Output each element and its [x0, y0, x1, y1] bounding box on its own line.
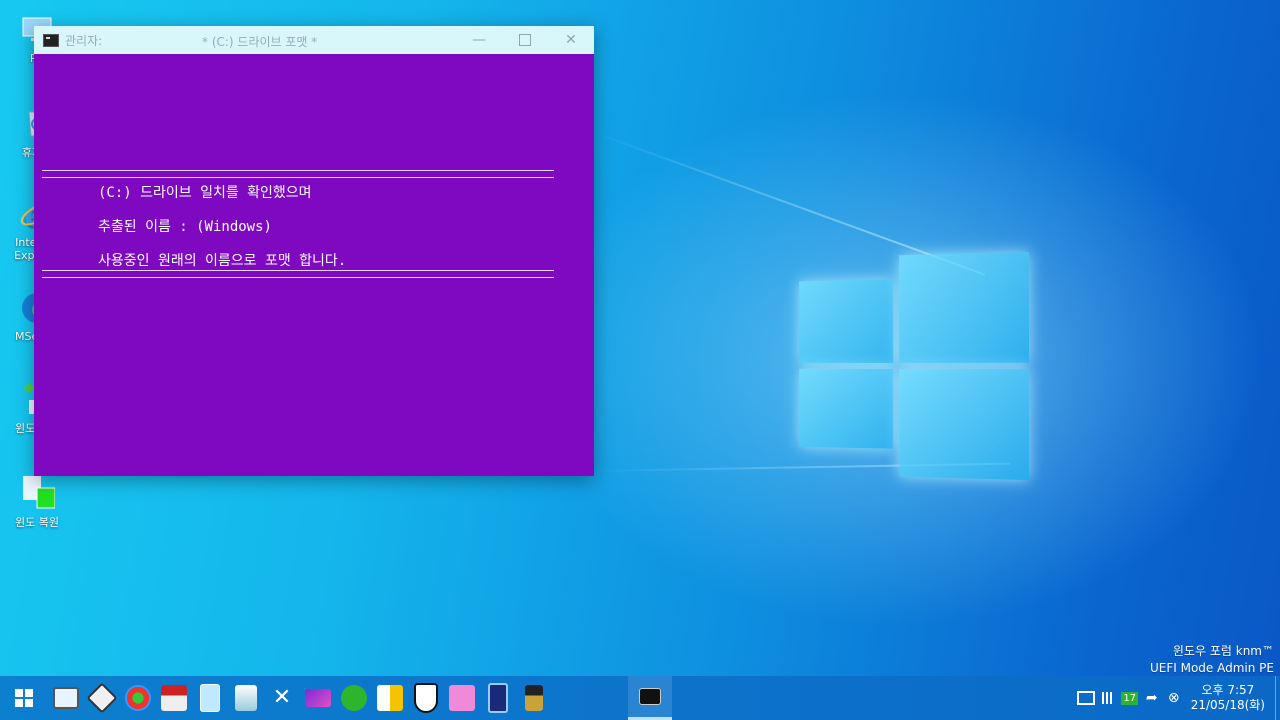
clock-time: 오후 7:57 — [1191, 683, 1265, 698]
clock[interactable]: 오후 7:57 21/05/18(화) — [1191, 683, 1265, 713]
windows-logo-wallpaper — [799, 252, 1029, 480]
store-icon — [449, 685, 475, 711]
sync-icon — [341, 685, 367, 711]
separator-line — [42, 170, 554, 178]
network-icon — [235, 685, 257, 711]
taskbar-archive[interactable] — [516, 676, 552, 720]
console-window[interactable]: 관리자: * (C:) 드라이브 포맷 * — ✕ (C:) 드라이브 일치를 … — [34, 26, 594, 476]
partition-icon — [125, 685, 151, 711]
disk-tool-icon — [86, 682, 117, 713]
watermark-line: 윈도우 포럼 knm™ — [1150, 643, 1274, 660]
maximize-icon — [519, 34, 531, 46]
security-icon — [414, 683, 438, 713]
console-line: (C:) 드라이브 일치를 확인했으며 — [98, 182, 312, 202]
separator-line — [42, 270, 554, 278]
console-line: 사용중인 원래의 이름으로 포맷 합니다. — [98, 250, 346, 270]
desktop-watermark: 윈도우 포럼 knm™ UEFI Mode Admin PE — [1150, 643, 1274, 677]
tray-grid[interactable] — [1097, 676, 1119, 720]
console-titlebar[interactable]: 관리자: * (C:) 드라이브 포맷 * — ✕ — [34, 26, 594, 54]
archive-icon — [525, 685, 543, 711]
taskbar-partition[interactable] — [120, 676, 156, 720]
taskbar: ✕ 17 ➦ ⊗ 오후 7:57 21/05/18(화) — [0, 676, 1280, 720]
explorer-icon — [377, 685, 403, 711]
folder-icon — [200, 684, 220, 712]
taskbar-folder[interactable] — [192, 676, 228, 720]
maximize-button[interactable] — [502, 26, 548, 54]
taskbar-explorer[interactable] — [372, 676, 408, 720]
watermark-line: UEFI Mode Admin PE — [1150, 660, 1274, 677]
tray-close[interactable]: ⊗ — [1163, 676, 1185, 720]
taskbar-store[interactable] — [444, 676, 480, 720]
taskbar-sync[interactable] — [336, 676, 372, 720]
clock-date: 21/05/18(화) — [1191, 698, 1265, 713]
phone-icon — [488, 683, 508, 713]
desktop-icon-label: 윈도 복원 — [15, 516, 59, 529]
circle-x-icon: ⊗ — [1168, 690, 1180, 706]
taskbar-network[interactable] — [228, 676, 264, 720]
tray-calendar[interactable]: 17 — [1119, 676, 1141, 720]
console-app-icon — [43, 34, 59, 47]
drive-icon — [161, 685, 187, 711]
taskbar-media[interactable] — [300, 676, 336, 720]
taskbar-security[interactable] — [408, 676, 444, 720]
console-output: (C:) 드라이브 일치를 확인했으며 추출된 이름 : (Windows) 사… — [34, 54, 594, 476]
media-icon — [305, 689, 331, 707]
taskbar-task-manager[interactable] — [48, 676, 84, 720]
taskbar-disk-tool[interactable] — [84, 676, 120, 720]
taskbar-console-active[interactable] — [628, 676, 672, 720]
show-desktop-button[interactable] — [1275, 676, 1280, 720]
tray-share[interactable]: ➦ — [1141, 676, 1163, 720]
minimize-icon: — — [472, 32, 486, 48]
taskbar-drive[interactable] — [156, 676, 192, 720]
window-title-prefix: 관리자: — [65, 32, 102, 49]
taskbar-phone[interactable] — [480, 676, 516, 720]
start-icon — [15, 689, 33, 707]
network-status-icon — [1077, 691, 1095, 705]
minimize-button[interactable]: — — [456, 26, 502, 54]
restore-icon — [19, 474, 55, 510]
grid-icon — [1102, 692, 1114, 704]
taskbar-tools[interactable]: ✕ — [264, 676, 300, 720]
start-button[interactable] — [0, 676, 48, 720]
tools-icon: ✕ — [269, 685, 295, 711]
tray-network[interactable] — [1075, 676, 1097, 720]
console-line: 추출된 이름 : (Windows) — [98, 216, 272, 236]
calendar-badge: 17 — [1121, 692, 1138, 705]
share-icon: ➦ — [1146, 690, 1158, 706]
desktop-icon-restore[interactable]: 윈도 복원 — [6, 474, 68, 530]
close-button[interactable]: ✕ — [548, 26, 594, 54]
console-icon — [639, 688, 661, 705]
close-icon: ✕ — [565, 32, 577, 48]
system-tray: 17 ➦ ⊗ 오후 7:57 21/05/18(화) — [1075, 676, 1280, 720]
window-title: * (C:) 드라이브 포맷 * — [202, 33, 317, 50]
task-manager-icon — [53, 687, 79, 709]
